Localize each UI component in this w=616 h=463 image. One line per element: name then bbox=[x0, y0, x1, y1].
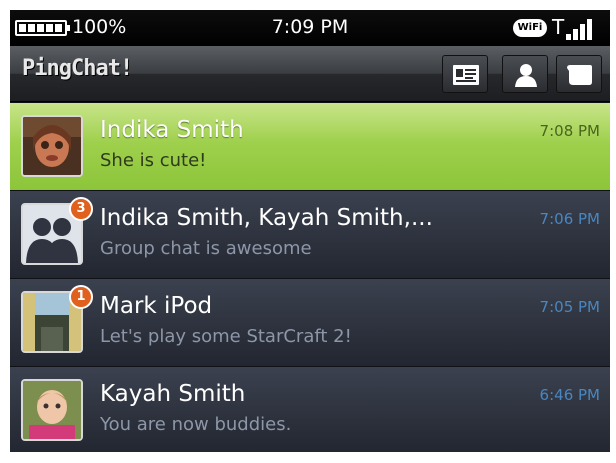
app-logo: PingChat! bbox=[22, 56, 133, 81]
chat-name: Mark iPod bbox=[100, 293, 213, 319]
chat-name: Kayah Smith bbox=[100, 381, 246, 407]
network-type-icon: T bbox=[552, 15, 565, 39]
chat-last-message: Let's play some StarCraft 2! bbox=[100, 326, 352, 347]
chat-bubble-icon bbox=[567, 65, 592, 85]
avatar-photo bbox=[23, 381, 81, 439]
contact-card-icon bbox=[453, 65, 479, 85]
chat-time: 7:06 PM bbox=[539, 210, 600, 228]
chat-row-group[interactable]: 3 Indika Smith, Kayah Smith,... Group ch… bbox=[10, 190, 610, 278]
chat-last-message: Group chat is awesome bbox=[100, 238, 312, 259]
add-contact-button[interactable] bbox=[502, 55, 548, 93]
device-screen: 100% 7:09 PM WiFi T PingChat! Indika Smi… bbox=[10, 10, 610, 452]
app-header: PingChat! bbox=[10, 46, 610, 102]
signal-strength-icon bbox=[566, 18, 596, 40]
status-bar: 100% 7:09 PM WiFi T bbox=[10, 10, 610, 46]
chat-name: Indika Smith, Kayah Smith,... bbox=[100, 205, 433, 231]
chat-name: Indika Smith bbox=[100, 117, 244, 143]
chat-row-mark[interactable]: 1 Mark iPod Let's play some StarCraft 2!… bbox=[10, 278, 610, 366]
chat-button[interactable] bbox=[556, 55, 602, 93]
chat-time: 6:46 PM bbox=[539, 386, 600, 404]
unread-badge: 3 bbox=[69, 197, 93, 221]
wifi-icon: WiFi bbox=[513, 19, 547, 37]
contact-card-button[interactable] bbox=[442, 55, 488, 93]
chat-row-kayah[interactable]: Kayah Smith You are now buddies. 6:46 PM bbox=[10, 366, 610, 452]
chat-time: 7:08 PM bbox=[539, 122, 600, 140]
person-icon bbox=[515, 64, 537, 87]
avatar-photo bbox=[23, 117, 81, 175]
unread-badge: 1 bbox=[69, 285, 93, 309]
avatar bbox=[21, 115, 83, 177]
avatar bbox=[21, 379, 83, 441]
chat-time: 7:05 PM bbox=[539, 298, 600, 316]
chat-last-message: You are now buddies. bbox=[100, 414, 292, 435]
chat-last-message: She is cute! bbox=[100, 150, 207, 171]
chat-row-indika[interactable]: Indika Smith She is cute! 7:08 PM bbox=[10, 102, 610, 190]
